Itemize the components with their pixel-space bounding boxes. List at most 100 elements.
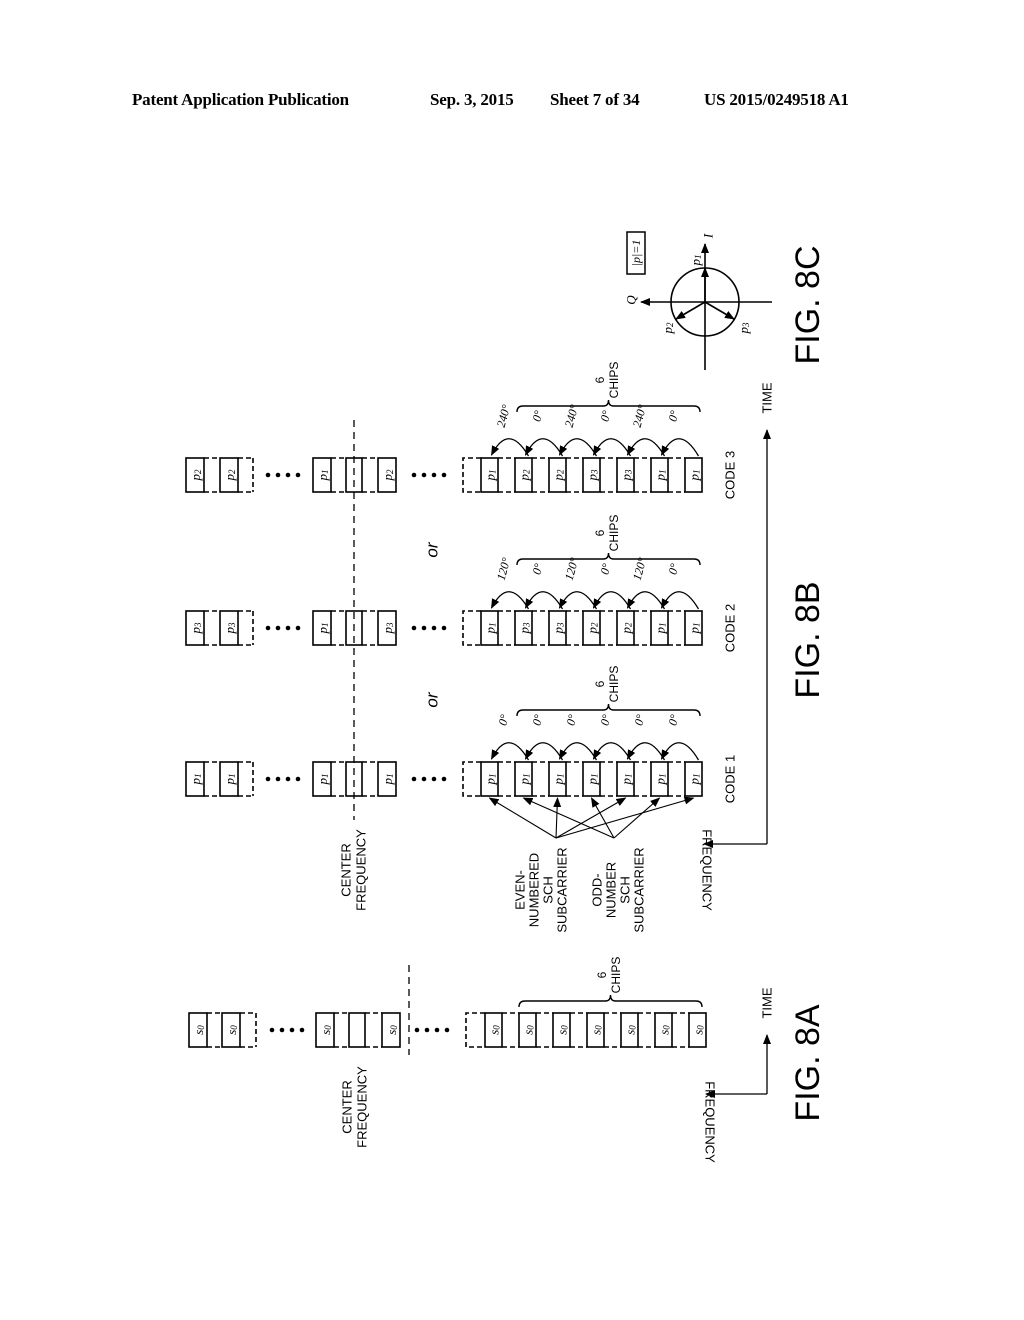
even-pointer-arrow	[553, 797, 562, 839]
chip-gap	[362, 457, 378, 493]
phase-arrow	[490, 591, 530, 610]
phase-label: 0°	[597, 562, 613, 576]
ellipsis-dots	[421, 625, 427, 631]
ellipsis-dots	[431, 625, 437, 631]
p2-label: p2	[660, 322, 676, 335]
time-axis-label: TIME	[760, 987, 775, 1018]
odd-pointer-arrow	[522, 797, 615, 839]
even-pointer-arrow	[488, 797, 557, 839]
ellipsis-dots	[441, 776, 447, 782]
chip-symbol: p2	[380, 469, 396, 482]
chip-gap	[566, 610, 583, 646]
chip-symbol: p2	[222, 469, 238, 482]
figure-label-8a: FIG. 8A	[789, 1004, 827, 1121]
center-frequency-box	[345, 761, 363, 797]
chip-symbol: p2	[618, 622, 634, 635]
chip-symbol: p1	[315, 774, 331, 786]
ellipsis-dots	[434, 1027, 440, 1033]
chip-symbol: p1	[652, 623, 668, 635]
phase-label: 0°	[495, 713, 511, 727]
i-axis-label: I	[701, 233, 716, 239]
ellipsis-dots	[265, 625, 271, 631]
chip-symbol: s0	[690, 1025, 706, 1035]
phase-arrow	[558, 742, 598, 761]
code-label: CODE 2	[723, 604, 738, 652]
chip-symbol: p1	[686, 623, 702, 635]
phase-arrow	[626, 742, 666, 761]
ellipsis-dots	[275, 776, 281, 782]
ellipsis-dots	[431, 776, 437, 782]
chip-symbol: p1	[315, 623, 331, 635]
chip-gap	[498, 457, 515, 493]
ellipsis-dots	[275, 625, 281, 631]
code-label: CODE 1	[723, 755, 738, 803]
chip-gap	[240, 1012, 256, 1048]
chip-symbol: p1	[315, 470, 331, 482]
chip-symbol: p3	[188, 622, 204, 635]
ellipsis-dots	[299, 1027, 305, 1033]
phase-label: 240°	[494, 403, 513, 429]
phase-arrow	[524, 438, 564, 457]
p2-vector	[675, 301, 706, 320]
center-frequency-box	[348, 1012, 366, 1048]
chip-gap	[634, 761, 651, 797]
patent-figure: p1p1p1p1p1p1p1p1p1p1p10° 0° 0° 0° 0° 0°6 CHIPS…	[185, 231, 827, 1163]
phase-arrow	[592, 438, 632, 457]
chip-symbol: s0	[554, 1025, 570, 1035]
chip-gap	[638, 1012, 655, 1048]
center-frequency-label: FREQUENCY	[354, 829, 369, 911]
phase-label: 120°	[562, 556, 581, 582]
phase-arrow	[626, 438, 666, 457]
chip-symbol: p1	[584, 774, 600, 786]
chip-symbol: s0	[318, 1025, 334, 1035]
phase-label: 240°	[562, 403, 581, 429]
chip-symbol: p3	[516, 622, 532, 635]
odd-subcarrier-label: SUBCARRIER	[632, 847, 647, 932]
chips-count-label: 6	[593, 376, 607, 383]
ellipsis-dots	[269, 1027, 275, 1033]
chips-label: CHIPS	[609, 957, 623, 994]
chip-gap	[566, 457, 583, 493]
ellipsis-dots	[411, 776, 417, 782]
chip-gap	[672, 1012, 689, 1048]
chip-dashed-lead	[462, 761, 481, 797]
chip-gap	[668, 761, 685, 797]
chip-symbol: p3	[222, 622, 238, 635]
phase-label: 240°	[630, 403, 649, 429]
ellipsis-dots	[421, 776, 427, 782]
ellipsis-dots	[411, 472, 417, 478]
chip-gap	[204, 457, 220, 493]
chip-symbol: p1	[686, 470, 702, 482]
chips-count-label: 6	[593, 529, 607, 536]
chip-gap	[238, 761, 253, 797]
time-axis-label: TIME	[760, 382, 775, 413]
phase-label: 0°	[529, 713, 545, 727]
chip-symbol: p1	[686, 774, 702, 786]
phase-label: 0°	[529, 409, 545, 423]
ellipsis-dots	[444, 1027, 450, 1033]
even-subcarrier-label: SCH	[541, 876, 556, 903]
chip-gap	[536, 1012, 553, 1048]
chip-gap	[238, 457, 253, 493]
chip-gap	[362, 761, 378, 797]
center-frequency-label: FREQUENCY	[355, 1066, 370, 1148]
chip-gap	[668, 610, 685, 646]
chip-symbol: p1	[618, 774, 634, 786]
chip-symbol: p1	[652, 774, 668, 786]
odd-pointer-arrow	[613, 797, 661, 839]
chip-gap	[331, 761, 346, 797]
phase-arrow	[558, 591, 598, 610]
chip-symbol: p2	[584, 622, 600, 635]
ellipsis-dots	[279, 1027, 285, 1033]
chip-symbol: s0	[520, 1025, 536, 1035]
ellipsis-dots	[295, 776, 301, 782]
phase-arrow	[660, 742, 700, 761]
odd-subcarrier-label: NUMBER	[604, 862, 619, 918]
chip-symbol: p1	[222, 774, 238, 786]
ellipsis-dots	[411, 625, 417, 631]
chip-gap	[204, 610, 220, 646]
phase-label: 0°	[597, 713, 613, 727]
chip-gap	[502, 1012, 519, 1048]
chip-symbol: p3	[550, 622, 566, 635]
phase-arrow	[490, 438, 530, 457]
